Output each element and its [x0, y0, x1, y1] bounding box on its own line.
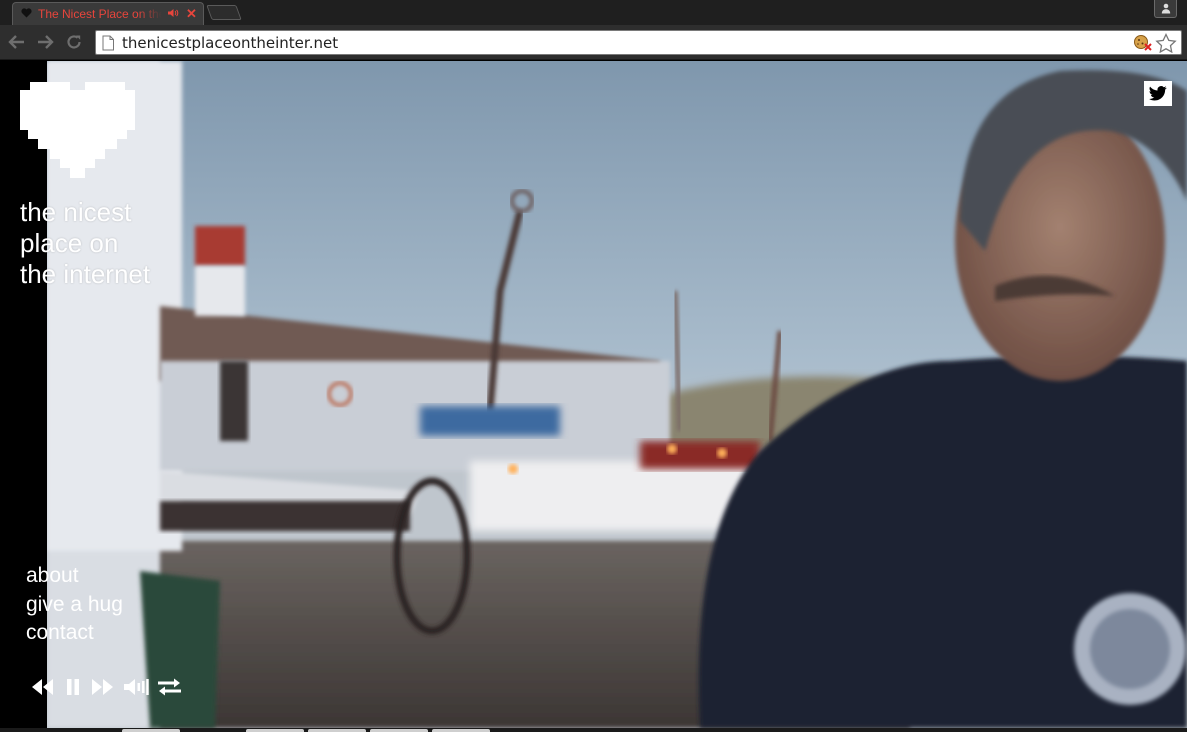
volume-icon	[124, 679, 149, 695]
tab-title: The Nicest Place on the Internet	[38, 7, 162, 21]
nav-link-contact[interactable]: contact	[26, 619, 123, 648]
shuffle-icon	[157, 678, 181, 696]
speaker-icon[interactable]	[167, 8, 179, 21]
video-player-controls	[30, 675, 182, 699]
nav-link-give-a-hug[interactable]: give a hug	[26, 591, 123, 620]
heart-icon	[19, 7, 33, 21]
new-tab-button[interactable]	[206, 5, 242, 20]
person-icon	[1161, 3, 1170, 14]
site-title-line: the internet	[20, 259, 151, 289]
forward-arrow-icon	[38, 35, 54, 49]
page-icon	[102, 35, 114, 50]
site-title-line: place on	[20, 228, 119, 258]
close-tab-button[interactable]: ✕	[186, 6, 197, 22]
forward-button[interactable]	[34, 32, 56, 52]
browser-tab[interactable]: The Nicest Place on the Internet ✕	[12, 2, 204, 25]
reload-icon	[67, 35, 81, 49]
back-arrow-icon	[8, 35, 24, 49]
background-video	[0, 61, 1187, 728]
volume-button[interactable]	[122, 675, 150, 699]
cookie-blocked-icon[interactable]	[1133, 34, 1153, 52]
profile-button[interactable]	[1154, 0, 1177, 18]
back-button[interactable]	[6, 32, 28, 52]
heart-logo[interactable]	[20, 80, 135, 179]
url-text: thenicestplaceontheinter.net	[122, 33, 339, 52]
previous-button[interactable]	[30, 675, 54, 699]
site-nav: about give a hug contact	[26, 562, 123, 648]
pause-icon	[67, 679, 79, 695]
next-icon	[91, 679, 113, 695]
nav-link-about[interactable]: about	[26, 562, 123, 591]
page-viewport: the nicest place on the internet about g…	[0, 61, 1187, 728]
site-title-line: the nicest	[20, 197, 132, 227]
browser-toolbar: thenicestplaceontheinter.net	[0, 25, 1187, 60]
shuffle-button[interactable]	[156, 675, 182, 699]
reload-button[interactable]	[63, 32, 85, 52]
site-title: the nicest place on the internet	[20, 197, 190, 290]
twitter-button[interactable]	[1144, 81, 1172, 106]
address-bar[interactable]: thenicestplaceontheinter.net	[95, 30, 1182, 55]
previous-icon	[31, 679, 53, 695]
bookmark-star-icon[interactable]	[1155, 32, 1177, 53]
tab-strip: The Nicest Place on the Internet ✕	[0, 0, 1187, 25]
taskbar-edge	[0, 728, 1187, 732]
twitter-icon	[1149, 86, 1167, 101]
pause-button[interactable]	[62, 675, 84, 699]
next-button[interactable]	[90, 675, 114, 699]
